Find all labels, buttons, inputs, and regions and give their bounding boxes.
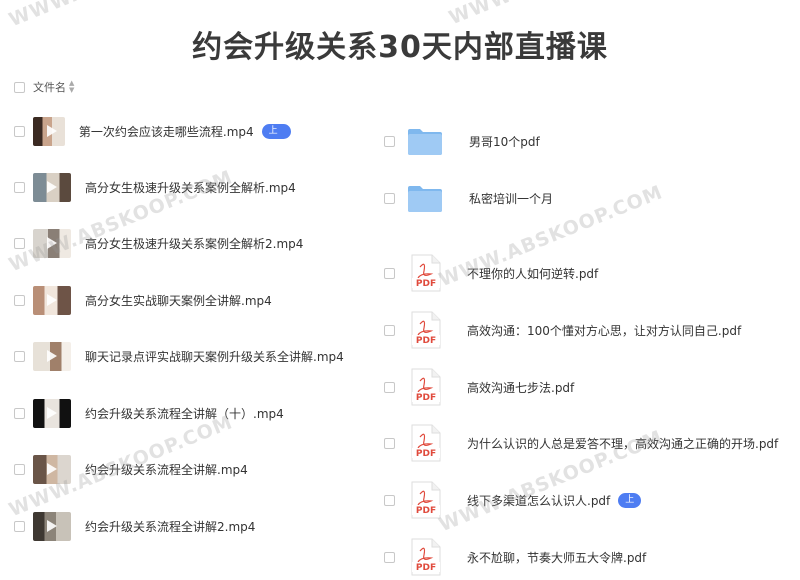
video-thumbnail-icon — [33, 173, 71, 202]
file-checkbox[interactable] — [14, 408, 25, 419]
play-icon — [47, 181, 57, 193]
file-name[interactable]: 高分女生极速升级关系案例全解析2.mp4 — [85, 235, 303, 252]
file-name[interactable]: 不理你的人如何逆转.pdf — [467, 265, 598, 282]
file-name[interactable]: 聊天记录点评实战聊天案例升级关系全讲解.mp4 — [85, 348, 344, 365]
file-checkbox[interactable] — [384, 324, 395, 336]
file-name[interactable]: 永不尬聊，节奏大师五大令牌.pdf — [467, 549, 646, 566]
svg-text:PDF: PDF — [416, 336, 436, 346]
play-icon — [47, 237, 57, 249]
file-row[interactable]: 高分女生实战聊天案例全讲解.mp4 — [14, 286, 272, 315]
file-name[interactable]: 私密培训一个月 — [469, 190, 553, 207]
file-checkbox[interactable] — [384, 192, 395, 204]
last-opened-badge: 上次 — [261, 124, 291, 151]
svg-text:PDF: PDF — [416, 393, 436, 403]
video-thumbnail-icon — [33, 512, 71, 541]
file-row[interactable]: 第一次约会应该走哪些流程.mp4 上次 — [14, 117, 291, 151]
file-row[interactable]: 约会升级关系流程全讲解2.mp4 — [14, 512, 255, 541]
svg-text:PDF: PDF — [416, 449, 436, 459]
file-checkbox[interactable] — [384, 551, 395, 563]
file-row[interactable]: PDF 线下多渠道怎么认识人.pdf 上次 — [384, 481, 642, 520]
file-name[interactable]: 男哥10个pdf — [469, 133, 540, 150]
file-name[interactable]: 高分女生实战聊天案例全讲解.mp4 — [85, 292, 272, 309]
play-icon — [47, 463, 57, 475]
file-name[interactable]: 约会升级关系流程全讲解.mp4 — [85, 461, 248, 478]
file-row[interactable]: PDF 永不尬聊，节奏大师五大令牌.pdf — [384, 538, 646, 576]
file-row[interactable]: 约会升级关系流程全讲解（十）.mp4 — [14, 399, 284, 428]
play-icon — [47, 350, 57, 362]
file-name[interactable]: 高分女生极速升级关系案例全解析.mp4 — [85, 179, 296, 196]
folder-icon — [407, 183, 443, 213]
file-checkbox[interactable] — [384, 267, 395, 279]
file-row[interactable]: 男哥10个pdf — [384, 122, 540, 160]
file-row[interactable]: 私密培训一个月 — [384, 179, 553, 217]
video-thumbnail-icon — [33, 286, 71, 315]
file-name[interactable]: 线下多渠道怎么认识人.pdf — [467, 492, 610, 509]
file-name[interactable]: 约会升级关系流程全讲解（十）.mp4 — [85, 405, 284, 422]
file-row[interactable]: PDF 不理你的人如何逆转.pdf — [384, 254, 598, 292]
file-checkbox[interactable] — [14, 295, 25, 306]
file-name[interactable]: 第一次约会应该走哪些流程.mp4 — [79, 123, 254, 140]
pdf-icon: PDF — [411, 254, 441, 292]
folder-icon — [407, 126, 443, 156]
file-checkbox[interactable] — [14, 238, 25, 249]
name-column-header[interactable]: 文件名 — [33, 79, 66, 95]
file-row[interactable]: 高分女生极速升级关系案例全解析2.mp4 — [14, 229, 303, 258]
file-checkbox[interactable] — [14, 182, 25, 193]
file-name[interactable]: 高效沟通七步法.pdf — [467, 379, 574, 396]
file-name[interactable]: 约会升级关系流程全讲解2.mp4 — [85, 518, 255, 535]
play-icon — [47, 407, 57, 419]
file-row[interactable]: 高分女生极速升级关系案例全解析.mp4 — [14, 173, 296, 202]
svg-text:PDF: PDF — [416, 563, 436, 573]
file-name[interactable]: 高效沟通：100个懂对方心思，让对方认同自己.pdf — [467, 322, 741, 339]
file-name[interactable]: 为什么认识的人总是爱答不理，高效沟通之正确的开场.pdf — [467, 435, 778, 452]
file-checkbox[interactable] — [14, 521, 25, 532]
pdf-icon: PDF — [411, 481, 441, 519]
pdf-icon: PDF — [411, 368, 441, 406]
file-checkbox[interactable] — [14, 126, 25, 137]
file-row[interactable]: PDF 高效沟通：100个懂对方心思，让对方认同自己.pdf — [384, 311, 741, 349]
page-title: 约会升级关系30天内部直播课 — [192, 30, 608, 65]
file-row[interactable]: 约会升级关系流程全讲解.mp4 — [14, 455, 248, 484]
play-icon — [47, 520, 57, 532]
sort-icon[interactable]: ▲ ▼ — [69, 80, 74, 94]
video-thumbnail-icon — [33, 399, 71, 428]
select-all-checkbox[interactable] — [14, 81, 25, 93]
file-checkbox[interactable] — [14, 351, 25, 362]
pdf-icon: PDF — [411, 311, 441, 349]
file-row[interactable]: PDF 高效沟通七步法.pdf — [384, 368, 574, 406]
video-thumbnail-icon — [33, 455, 71, 484]
file-checkbox[interactable] — [384, 381, 395, 393]
last-opened-badge: 上次 — [618, 492, 642, 520]
file-list-header: 文件名 ▲ ▼ — [14, 78, 74, 96]
pdf-icon: PDF — [411, 424, 441, 462]
file-row[interactable]: PDF 为什么认识的人总是爱答不理，高效沟通之正确的开场.pdf — [384, 424, 778, 462]
svg-text:PDF: PDF — [416, 279, 436, 289]
file-checkbox[interactable] — [384, 494, 395, 506]
file-checkbox[interactable] — [384, 437, 395, 449]
file-checkbox[interactable] — [384, 135, 395, 147]
video-thumbnail-icon — [33, 229, 71, 258]
pdf-icon: PDF — [411, 538, 441, 576]
svg-text:PDF: PDF — [416, 506, 436, 516]
file-checkbox[interactable] — [14, 464, 25, 475]
video-thumbnail-icon — [33, 117, 65, 146]
file-row[interactable]: 聊天记录点评实战聊天案例升级关系全讲解.mp4 — [14, 342, 344, 371]
play-icon — [47, 294, 57, 306]
play-icon — [47, 125, 57, 137]
video-thumbnail-icon — [33, 342, 71, 371]
